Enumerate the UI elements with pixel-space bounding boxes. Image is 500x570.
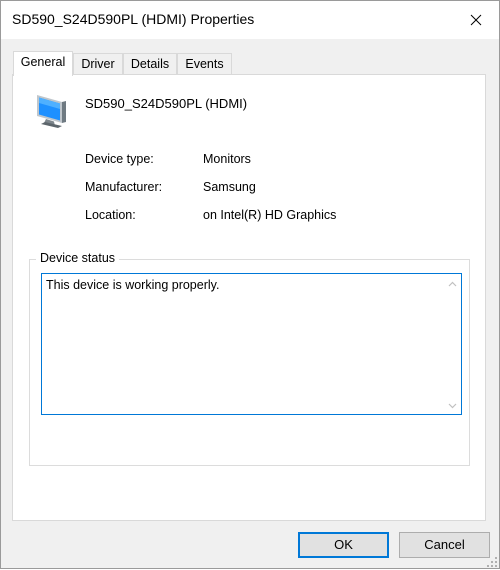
tab-label: Events [185, 57, 224, 71]
tab-events[interactable]: Events [177, 53, 232, 74]
tab-label: Details [130, 57, 170, 71]
manufacturer-label: Manufacturer: [85, 180, 163, 194]
tab-details[interactable]: Details [123, 53, 177, 74]
scroll-up-button[interactable] [444, 275, 460, 291]
tab-driver[interactable]: Driver [73, 53, 123, 74]
location-value: on Intel(R) HD Graphics [203, 208, 337, 222]
tab-label: Driver [81, 57, 115, 71]
device-name: SD590_S24D590PL (HDMI) [85, 96, 248, 111]
tab-label: General [20, 55, 66, 69]
ok-button[interactable]: OK [298, 532, 389, 558]
device-status-textbox[interactable]: This device is working properly. [41, 273, 462, 415]
monitor-icon [32, 89, 74, 131]
close-icon [470, 14, 482, 26]
cancel-button[interactable]: Cancel [399, 532, 490, 558]
manufacturer-value: Samsung [203, 180, 256, 194]
window-title: SD590_S24D590PL (HDMI) Properties [12, 11, 255, 27]
close-button[interactable] [453, 1, 499, 39]
status-scrollbar[interactable] [444, 275, 460, 413]
device-status-group: Device status This device is working pro… [29, 251, 470, 466]
device-type-label: Device type: [85, 152, 154, 166]
title-bar: SD590_S24D590PL (HDMI) Properties [1, 1, 499, 39]
scroll-down-button[interactable] [444, 397, 460, 413]
tab-general[interactable]: General [13, 51, 73, 76]
cancel-button-label: Cancel [424, 537, 465, 552]
chevron-up-icon [448, 276, 457, 290]
chevron-down-icon [448, 398, 457, 412]
general-tab-panel: SD590_S24D590PL (HDMI) Device type: Moni… [12, 74, 486, 521]
location-label: Location: [85, 208, 136, 222]
device-type-value: Monitors [203, 152, 251, 166]
ok-button-label: OK [334, 537, 353, 552]
device-status-label: Device status [36, 251, 120, 265]
resize-grip-icon[interactable] [487, 556, 497, 567]
device-status-text: This device is working properly. [46, 278, 220, 292]
properties-dialog: SD590_S24D590PL (HDMI) Properties Genera… [0, 0, 500, 569]
